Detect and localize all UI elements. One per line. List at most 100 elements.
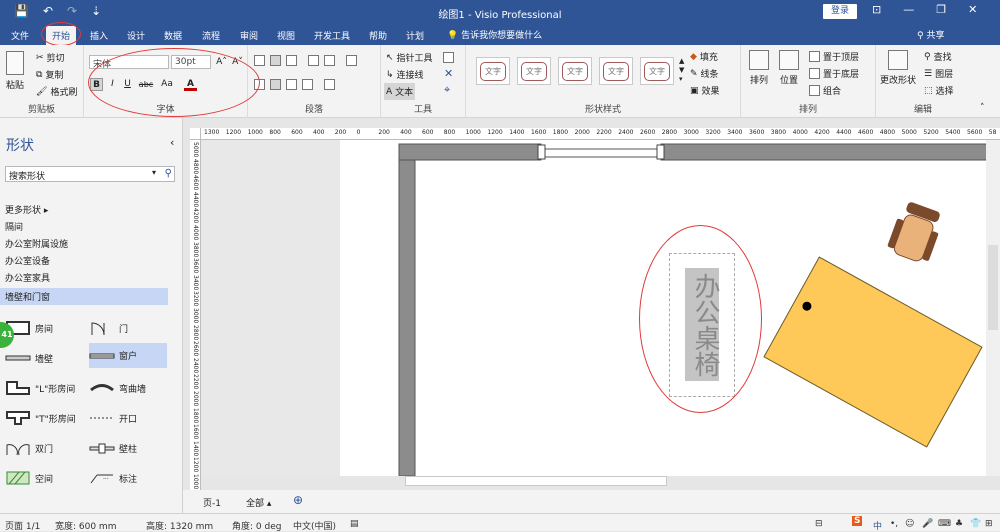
office-chair[interactable] (886, 199, 946, 265)
tab-data[interactable]: 数据 (164, 29, 182, 42)
align-center-icon[interactable] (270, 79, 281, 90)
shape-item[interactable]: 开口 (89, 409, 137, 427)
horizontal-scrollbar[interactable] (405, 476, 667, 486)
ime-mic-icon[interactable]: 🎤 (922, 519, 933, 529)
change-case-button[interactable]: Aa (157, 78, 177, 91)
vertical-scrollbar[interactable] (986, 140, 1000, 476)
ime-shirt-icon[interactable]: 👕 (970, 519, 981, 529)
tab-review[interactable]: 审阅 (240, 29, 258, 42)
justify-icon[interactable] (302, 79, 313, 90)
tab-developer[interactable]: 开发工具 (314, 29, 350, 42)
tab-process[interactable]: 流程 (202, 29, 220, 42)
decrease-indent-icon[interactable] (308, 55, 319, 66)
ime-cn-icon[interactable]: 中 (873, 519, 882, 532)
find-button[interactable]: ⚲ 查找 (924, 50, 952, 64)
format-painter-button[interactable]: 🖌 格式刷 (36, 85, 77, 99)
tab-help[interactable]: 帮助 (369, 29, 387, 42)
stencil-item[interactable]: 办公室附属设施 (5, 237, 68, 250)
shape-item[interactable]: "T"形房间 (5, 409, 76, 427)
restore-icon[interactable]: ❐ (936, 3, 946, 16)
line-button[interactable]: ✎ 线条 (690, 67, 719, 81)
ime-skin-icon[interactable]: ♣ (955, 519, 963, 529)
strikethrough-button[interactable]: abc (137, 78, 155, 91)
stencil-item[interactable]: 办公室家具 (5, 271, 50, 284)
shape-item[interactable]: ··· 标注 (89, 469, 137, 487)
drawing-canvas[interactable]: 办公桌椅 (201, 140, 986, 476)
wall-left[interactable] (398, 143, 416, 476)
page-tab-1[interactable]: 页-1 (203, 496, 221, 509)
ribbon-display-icon[interactable]: ⊡ (872, 3, 881, 16)
align-top-icon[interactable] (254, 55, 265, 66)
tell-me-search[interactable]: 💡 告诉我你想要做什么 (447, 28, 542, 41)
select-button[interactable]: ⬚ 选择 (924, 84, 954, 98)
cut-button[interactable]: ✂ 剪切 (36, 51, 65, 65)
position-button[interactable]: 位置 (779, 50, 799, 86)
gallery-scroll-icon[interactable]: ▲ ▼ ▾ (679, 57, 684, 84)
send-to-back-button[interactable]: 置于底层 (809, 67, 859, 80)
font-color-button[interactable]: A (184, 78, 197, 91)
effects-button[interactable]: ▣ 效果 (690, 84, 720, 98)
stencil-item[interactable]: 墙壁和门窗 (0, 288, 168, 305)
status-page[interactable]: 页面 1/1 (5, 519, 40, 532)
minimize-icon[interactable]: — (903, 3, 914, 16)
share-button[interactable]: ⚲ 共享 (917, 28, 944, 41)
close-x-icon[interactable]: ✕ (444, 67, 453, 80)
add-page-button[interactable]: ⊕ (293, 493, 303, 507)
font-name-select[interactable]: 宋体 (89, 55, 169, 70)
wall-top-left[interactable] (398, 143, 542, 161)
text-direction-icon[interactable] (324, 79, 335, 90)
shape-item[interactable]: 空间 (5, 469, 53, 487)
shrink-font-button[interactable]: A˅ (231, 56, 244, 69)
search-shapes-input[interactable]: 搜索形状 ▾ ⚲ (5, 166, 175, 182)
bold-button[interactable]: B (90, 78, 103, 91)
pointer-tool-button[interactable]: ↖ 指针工具 (386, 51, 433, 65)
stencil-item[interactable]: 隔间 (5, 220, 23, 233)
ime-punct-icon[interactable]: •, (890, 519, 898, 529)
shape-item[interactable]: 弯曲墙 (89, 379, 146, 397)
window-shape[interactable] (540, 148, 662, 158)
shape-item[interactable]: 门 (89, 319, 128, 337)
more-shapes-link[interactable]: 更多形状 ▸ (5, 203, 48, 216)
style-swatch-4[interactable]: 文字 (599, 57, 633, 85)
fill-button[interactable]: ◆ 填充 (690, 50, 718, 64)
text-tool-button[interactable]: A 文本 (384, 83, 416, 100)
align-left-icon[interactable] (254, 79, 265, 90)
increase-indent-icon[interactable] (324, 55, 335, 66)
search-icon[interactable]: ⚲ (165, 168, 172, 179)
shape-item[interactable]: 墙壁 (5, 349, 53, 367)
login-button[interactable]: 登录 (823, 4, 857, 19)
tab-file[interactable]: 文件 (11, 29, 29, 42)
shape-item[interactable]: 双门 (5, 439, 53, 457)
bullets-icon[interactable] (346, 55, 357, 66)
stencil-item[interactable]: 办公室设备 (5, 254, 50, 267)
rectangle-icon[interactable] (443, 52, 454, 63)
align-right-icon[interactable] (286, 79, 297, 90)
tab-plan[interactable]: 计划 (406, 29, 424, 42)
style-swatch-1[interactable]: 文字 (476, 57, 510, 85)
connector-button[interactable]: ↳ 连接线 (386, 68, 424, 82)
tab-design[interactable]: 设计 (127, 29, 145, 42)
underline-button[interactable]: U (121, 78, 134, 91)
paste-button[interactable]: 粘贴 (6, 51, 24, 91)
ime-grid-icon[interactable]: ⊞ (985, 519, 993, 529)
window-handle-right[interactable] (656, 144, 665, 160)
shape-item[interactable]: "L"形房间 (5, 379, 75, 397)
macro-record-icon[interactable]: ▤ (350, 519, 359, 529)
desk[interactable] (763, 256, 983, 448)
style-swatch-5[interactable]: 文字 (640, 57, 674, 85)
bring-to-front-button[interactable]: 置于顶层 (809, 50, 859, 63)
close-icon[interactable]: ✕ (968, 3, 977, 16)
font-size-select[interactable]: 30pt (171, 55, 211, 69)
wall-top-right[interactable] (660, 143, 986, 161)
all-pages-button[interactable]: 全部 ▴ (246, 496, 271, 509)
tab-home[interactable]: 开始 (46, 26, 77, 45)
connection-point-icon[interactable]: ⌖ (444, 83, 450, 97)
collapse-panel-icon[interactable]: ‹ (170, 136, 174, 149)
fit-page-icon[interactable]: ⊟ (815, 519, 823, 529)
ime-s-icon[interactable]: S (852, 516, 863, 526)
status-language[interactable]: 中文(中国) (293, 519, 336, 532)
shape-item[interactable]: 窗户 (89, 343, 167, 368)
tab-insert[interactable]: 插入 (90, 29, 108, 42)
style-swatch-3[interactable]: 文字 (558, 57, 592, 85)
tab-view[interactable]: 视图 (277, 29, 295, 42)
